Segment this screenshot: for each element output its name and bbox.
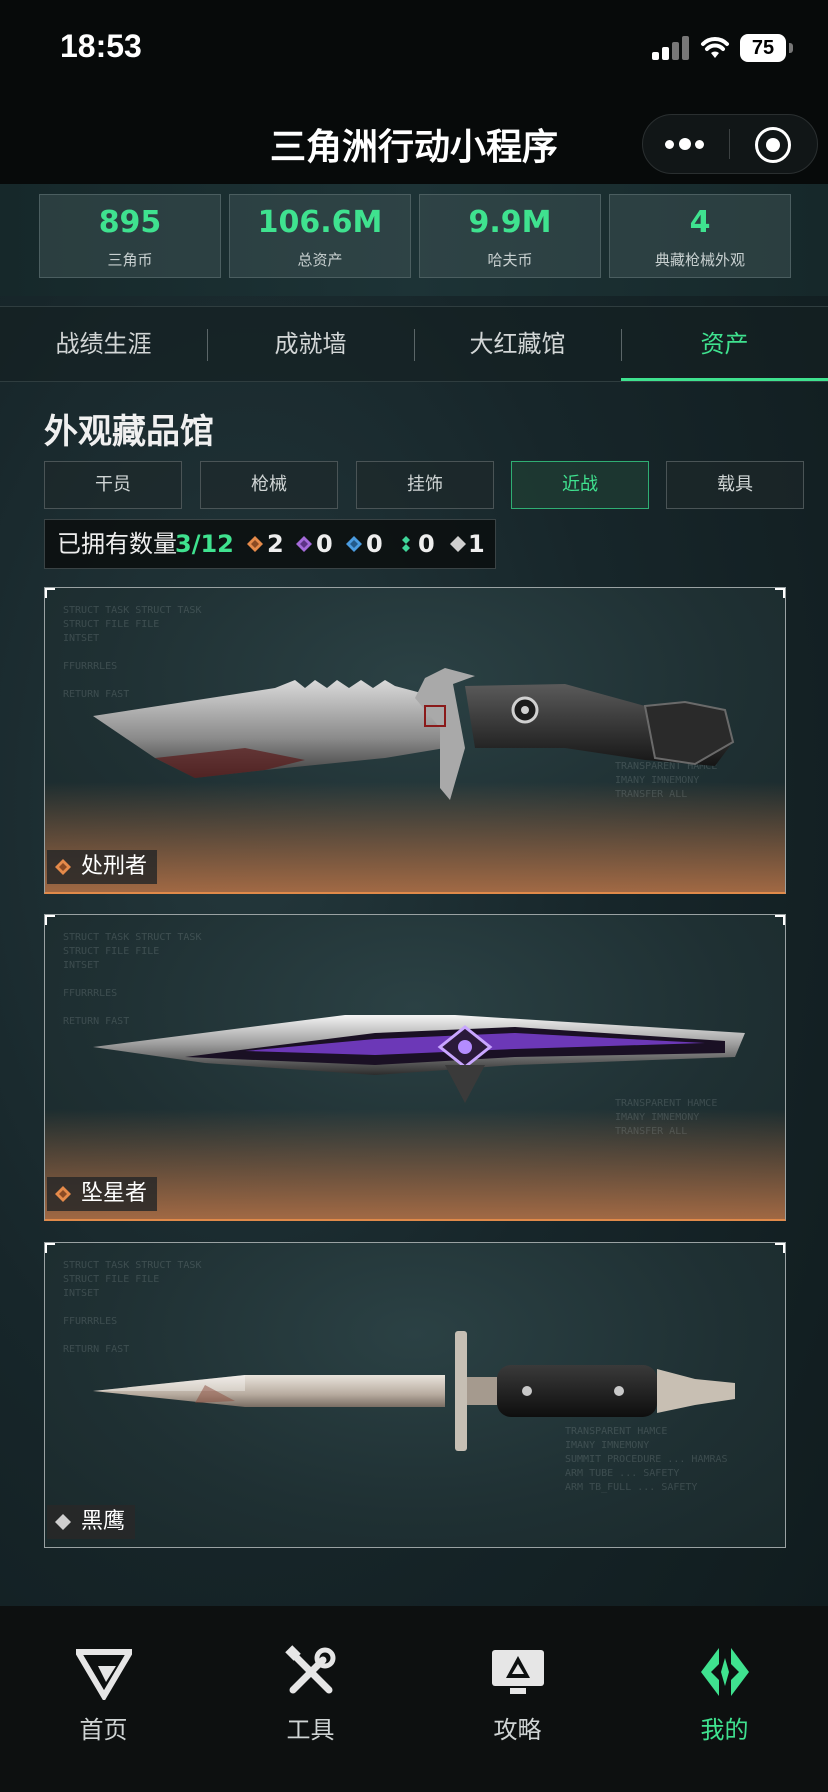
guide-monitor-icon (492, 1650, 544, 1694)
card-corner (775, 915, 785, 925)
stat-label: 哈夫币 (487, 251, 533, 269)
white-diamond-icon (450, 536, 466, 552)
capsule-divider (729, 129, 730, 159)
melee-item-card[interactable]: STRUCT TASK STRUCT TASK STRUCT FILE FILE I… (44, 587, 786, 894)
battery-tip (789, 43, 793, 53)
bottom-nav-label: 攻略 (493, 1716, 542, 1744)
card-corner (45, 588, 55, 598)
executioner-knife-image (93, 668, 735, 800)
orange-diamond-icon (55, 1186, 71, 1202)
bottom-nav-home[interactable]: 首页 (0, 1606, 207, 1746)
melee-item-card[interactable]: STRUCT TASK STRUCT TASK STRUCT FILE FILE I… (44, 914, 786, 1221)
stat-triangle-coins: 895 三角币 (39, 194, 221, 278)
bottom-nav-label: 工具 (286, 1716, 335, 1744)
black-hawk-knife-image (93, 1331, 735, 1451)
profile-arrows-icon (701, 1648, 749, 1696)
stat-haf-coins: 9.9M 哈夫币 (419, 194, 601, 278)
delta-logo-icon (76, 1649, 132, 1700)
card-corner (45, 915, 55, 925)
orange-diamond-icon (247, 536, 263, 552)
orange-diamond-icon (55, 859, 71, 875)
bottom-nav-mine[interactable]: 我的 (621, 1606, 828, 1746)
green-diamond-icon (402, 536, 410, 552)
bottom-nav-label: 首页 (79, 1716, 128, 1744)
battery-level: 75 (740, 34, 786, 62)
stat-label: 三角币 (107, 251, 153, 269)
active-tab-indicator (621, 378, 828, 381)
purple-diamond-icon (296, 536, 312, 552)
stat-label: 典藏枪械外观 (654, 251, 745, 269)
bottom-nav-guide[interactable]: 攻略 (414, 1606, 621, 1746)
close-target-icon[interactable] (755, 127, 791, 163)
star-fall-knife-image (93, 1015, 745, 1103)
tab-career[interactable]: 战绩生涯 (0, 307, 207, 381)
stat-value: 4 (689, 205, 711, 240)
subtab-operators[interactable]: 干员 (44, 461, 182, 509)
section-title: 外观藏品馆 (44, 412, 214, 452)
subtab-charms[interactable]: 挂饰 (356, 461, 494, 509)
stat-value: 9.9M (468, 205, 552, 240)
page: 18:53 75 三角洲行动小程序 895 三角币 106.6M 总资产 9.9… (0, 0, 828, 1792)
tab-assets[interactable]: 资产 (621, 307, 828, 381)
stat-value: 895 (98, 205, 162, 240)
stat-total-assets: 106.6M 总资产 (229, 194, 411, 278)
item-name-tag: 处刑者 (47, 850, 158, 884)
owned-label: 已拥有数量 (57, 530, 177, 558)
card-corner (775, 1243, 785, 1253)
bottom-nav-tools[interactable]: 工具 (207, 1606, 414, 1746)
tab-red-collection[interactable]: 大红藏馆 (414, 307, 621, 381)
bottom-nav: 首页 工具 攻略 我的 (0, 1606, 828, 1792)
main-tabs: 战绩生涯 成就墙 大红藏馆 资产 (0, 306, 828, 382)
item-name-tag: 坠星者 (47, 1177, 158, 1211)
status-bar: 18:53 75 (0, 0, 828, 96)
card-corner (775, 588, 785, 598)
item-name: 坠星者 (81, 1181, 148, 1206)
item-name: 黑鹰 (81, 1509, 126, 1534)
rarity-count: 0 (418, 530, 435, 558)
subtab-firearms[interactable]: 枪械 (200, 461, 338, 509)
item-name: 处刑者 (81, 854, 148, 879)
stat-value: 106.6M (257, 205, 383, 240)
more-icon[interactable] (665, 135, 709, 153)
item-name-tag: 黑鹰 (47, 1505, 136, 1539)
subtab-vehicles[interactable]: 载具 (666, 461, 804, 509)
stat-collection-skins: 4 典藏枪械外观 (609, 194, 791, 278)
rarity-count: 2 (267, 530, 284, 558)
rarity-count: 0 (366, 530, 383, 558)
tab-achievements[interactable]: 成就墙 (207, 307, 414, 381)
mini-program-capsule (642, 114, 818, 174)
owned-count-bar: 已拥有数量 3/12 2 0 0 0 1 (44, 519, 496, 569)
card-corner (45, 1243, 55, 1253)
stat-label: 总资产 (297, 251, 343, 269)
blue-diamond-icon (346, 536, 362, 552)
rarity-count: 0 (316, 530, 333, 558)
owned-count: 3/12 (175, 530, 234, 558)
bottom-nav-label: 我的 (700, 1716, 749, 1744)
melee-item-card[interactable]: STRUCT TASK STRUCT TASK STRUCT FILE FILE I… (44, 1242, 786, 1548)
status-time: 18:53 (60, 28, 142, 64)
subtab-melee[interactable]: 近战 (511, 461, 649, 509)
tools-icon (285, 1645, 336, 1694)
signal-icon (652, 36, 690, 60)
wifi-icon (701, 37, 729, 58)
rarity-count: 1 (468, 530, 485, 558)
white-diamond-icon (55, 1514, 71, 1530)
nav-bar: 三角洲行动小程序 (0, 96, 828, 184)
